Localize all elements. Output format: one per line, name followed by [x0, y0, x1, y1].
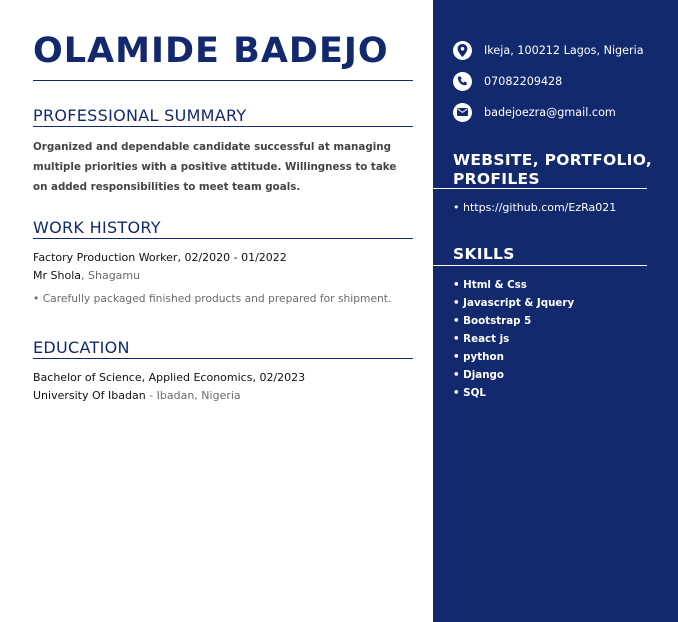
degree-line: Bachelor of Science, Applied Economics, …: [33, 370, 433, 386]
skill-item: • Html & Css: [453, 279, 527, 291]
email-text[interactable]: badejoezra@gmail.com: [484, 106, 616, 119]
skill-item: • Javascript & Jquery: [453, 297, 575, 309]
summary-heading: PROFESSIONAL SUMMARY: [33, 106, 247, 125]
job-bullet-text: • Carefully packaged finished products a…: [33, 292, 392, 305]
skill-item: • python: [453, 351, 504, 363]
sidebar: Ikeja, 100212 Lagos, Nigeria 07082209428…: [433, 0, 678, 622]
school-line: University Of Ibadan - Ibadan, Nigeria: [33, 388, 433, 404]
employer-line: Mr Shola, Shagamu: [33, 268, 433, 284]
skills-divider: [433, 265, 647, 266]
address-text: Ikeja, 100212 Lagos, Nigeria: [484, 43, 644, 57]
contact-email: badejoezra@gmail.com: [453, 102, 616, 122]
skill-item: • React js: [453, 333, 510, 345]
skills-list: • Html & Css • Javascript & Jquery • Boo…: [453, 276, 574, 402]
contact-phone: 07082209428: [453, 71, 562, 91]
skills-heading: SKILLS: [453, 245, 515, 263]
links-divider: [433, 188, 647, 189]
employer-location: , Shagamu: [81, 269, 141, 282]
summary-divider: [33, 126, 413, 127]
skill-item: • SQL: [453, 387, 486, 399]
school-name: University Of Ibadan: [33, 389, 146, 402]
education-divider: [33, 358, 413, 359]
contact-address: Ikeja, 100212 Lagos, Nigeria: [453, 40, 644, 60]
skill-item: • Django: [453, 369, 504, 381]
location-pin-icon: [453, 40, 472, 60]
links-heading: WEBSITE, PORTFOLIO, PROFILES: [453, 151, 653, 188]
summary-text: Organized and dependable candidate succe…: [33, 141, 397, 193]
phone-text: 07082209428: [484, 74, 563, 88]
skill-item: • Bootstrap 5: [453, 315, 532, 327]
name-divider: [33, 80, 413, 81]
work-history-heading: WORK HISTORY: [33, 218, 161, 237]
job-title: Factory Production Worker: [33, 251, 178, 264]
education-heading: EDUCATION: [33, 338, 130, 357]
degree-date: , 02/2023: [252, 371, 306, 384]
work-history-divider: [33, 238, 413, 239]
phone-icon: [453, 71, 472, 91]
candidate-name: OLAMIDE BADEJO: [33, 31, 389, 71]
employer-name: Mr Shola: [33, 269, 81, 282]
job-bullet: • Carefully packaged finished products a…: [33, 291, 433, 307]
job-dates: , 02/2020 - 01/2022: [177, 251, 287, 264]
degree-name: Bachelor of Science, Applied Economics: [33, 371, 253, 384]
github-link[interactable]: • https://github.com/EzRa021: [453, 201, 616, 214]
job-title-line: Factory Production Worker, 02/2020 - 01/…: [33, 250, 433, 266]
envelope-icon: [453, 102, 472, 122]
school-location: - Ibadan, Nigeria: [145, 389, 241, 402]
